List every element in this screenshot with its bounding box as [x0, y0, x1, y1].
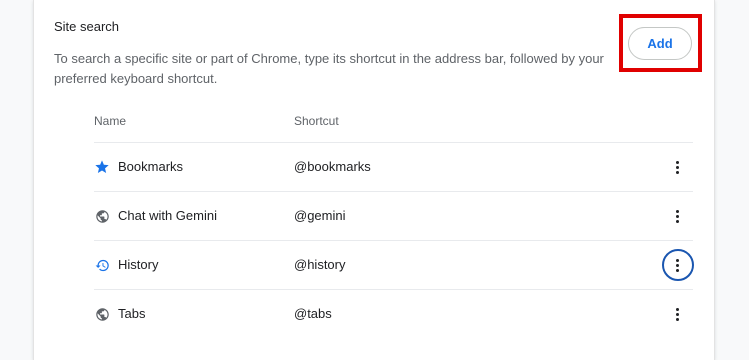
more-vert-icon [676, 160, 680, 174]
more-vert-icon [676, 209, 680, 223]
table-row: Bookmarks @bookmarks [94, 142, 693, 191]
row-name: Bookmarks [118, 159, 184, 174]
row-shortcut: @tabs [294, 306, 332, 321]
section-description: To search a specific site or part of Chr… [54, 51, 604, 86]
row-shortcut: @bookmarks [294, 159, 371, 174]
table-row: Chat with Gemini @gemini [94, 191, 693, 240]
row-name: Tabs [118, 306, 146, 321]
column-header-shortcut: Shortcut [294, 114, 339, 128]
more-actions-button[interactable] [662, 151, 694, 183]
site-search-card: Site search To search a specific site or… [33, 0, 715, 360]
more-actions-button[interactable] [662, 249, 694, 281]
row-shortcut: @history [294, 257, 346, 272]
globe-icon [94, 306, 110, 322]
table-row: Tabs @tabs [94, 289, 693, 338]
globe-icon [94, 208, 110, 224]
more-actions-button[interactable] [662, 298, 694, 330]
row-name: History [118, 257, 159, 272]
row-shortcut: @gemini [294, 208, 346, 223]
history-icon [94, 257, 110, 273]
star-icon [94, 159, 110, 175]
column-header-name: Name [94, 114, 127, 128]
table-row: History @history [94, 240, 694, 289]
more-actions-button[interactable] [662, 200, 694, 232]
row-name: Chat with Gemini [118, 208, 217, 223]
more-vert-icon [676, 258, 680, 272]
add-button[interactable]: Add [628, 27, 692, 60]
more-vert-icon [676, 307, 680, 321]
section-title: Site search [54, 19, 120, 34]
